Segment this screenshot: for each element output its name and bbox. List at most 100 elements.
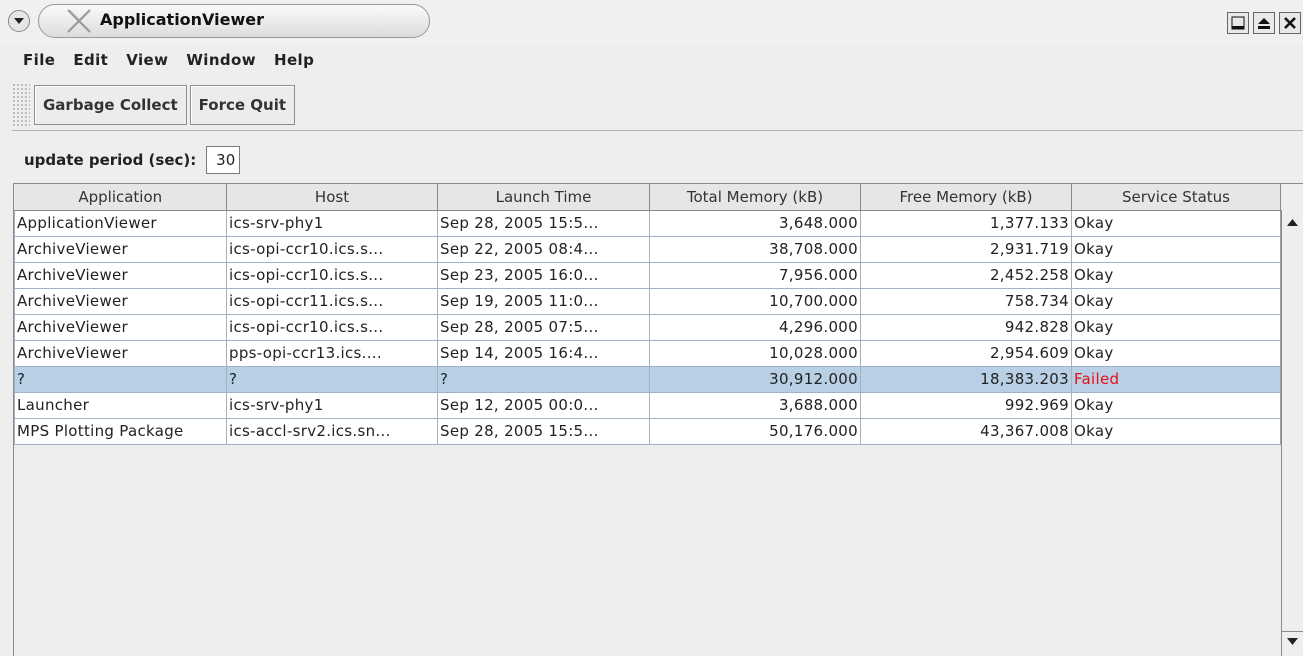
cell-service-status: Okay xyxy=(1071,261,1281,289)
cell-service-status: Okay xyxy=(1071,313,1281,341)
table-row[interactable]: ArchiveViewer pps-opi-ccr13.ics.... Sep … xyxy=(14,339,1281,367)
table-row[interactable]: ApplicationViewer ics-srv-phy1 Sep 28, 2… xyxy=(14,209,1281,237)
cell-launch-time: Sep 14, 2005 16:4... xyxy=(437,339,650,367)
close-button[interactable] xyxy=(1279,12,1301,34)
arrow-down-icon xyxy=(1287,638,1298,645)
cell-application: ? xyxy=(14,365,227,393)
cell-free-memory: 18,383.203 xyxy=(860,365,1072,393)
cell-total-memory: 3,648.000 xyxy=(649,209,861,237)
close-icon xyxy=(1284,17,1296,29)
cell-launch-time: Sep 28, 2005 07:5... xyxy=(437,313,650,341)
cell-host: ics-accl-srv2.ics.sn... xyxy=(226,417,438,445)
cell-host: pps-opi-ccr13.ics.... xyxy=(226,339,438,367)
maximize-icon xyxy=(1258,18,1270,29)
cell-application: ArchiveViewer xyxy=(14,313,227,341)
minimize-icon xyxy=(1231,16,1245,30)
toolbar-divider xyxy=(12,130,1303,131)
toolbar-grip-handle[interactable] xyxy=(12,82,30,127)
cell-free-memory: 942.828 xyxy=(860,313,1072,341)
cell-launch-time: Sep 28, 2005 15:5... xyxy=(437,417,650,445)
minimize-button[interactable] xyxy=(1227,12,1249,34)
cell-service-status: Okay xyxy=(1071,339,1281,367)
column-header-total-memory[interactable]: Total Memory (kB) xyxy=(649,184,861,211)
cell-host: ics-srv-phy1 xyxy=(226,209,438,237)
cell-launch-time: ? xyxy=(437,365,650,393)
cell-application: MPS Plotting Package xyxy=(14,417,227,445)
cell-host: ics-opi-ccr10.ics.s... xyxy=(226,313,438,341)
update-period-input[interactable] xyxy=(206,146,241,174)
menu-view[interactable]: View xyxy=(117,48,177,76)
cell-launch-time: Sep 19, 2005 11:0... xyxy=(437,287,650,315)
table-row[interactable]: ArchiveViewer ics-opi-ccr10.ics.s... Sep… xyxy=(14,261,1281,289)
table-row-selected[interactable]: ? ? ? 30,912.000 18,383.203 Failed xyxy=(14,365,1281,393)
arrow-up-icon xyxy=(1287,218,1298,226)
table-row[interactable]: ArchiveViewer ics-opi-ccr10.ics.s... Sep… xyxy=(14,235,1281,263)
cell-application: ArchiveViewer xyxy=(14,339,227,367)
cell-host: ics-opi-ccr10.ics.s... xyxy=(226,235,438,263)
cell-host: ics-opi-ccr11.ics.s... xyxy=(226,287,438,315)
cell-launch-time: Sep 22, 2005 08:4... xyxy=(437,235,650,263)
cell-total-memory: 3,688.000 xyxy=(649,391,861,419)
cell-application: ArchiveViewer xyxy=(14,261,227,289)
cell-host: ? xyxy=(226,365,438,393)
cell-free-memory: 43,367.008 xyxy=(860,417,1072,445)
column-header-free-memory[interactable]: Free Memory (kB) xyxy=(860,184,1072,211)
column-header-application[interactable]: Application xyxy=(14,184,227,211)
window-menu-button[interactable] xyxy=(8,10,30,32)
cell-total-memory: 10,700.000 xyxy=(649,287,861,315)
cell-application: ArchiveViewer xyxy=(14,287,227,315)
cell-free-memory: 758.734 xyxy=(860,287,1072,315)
cell-free-memory: 2,954.609 xyxy=(860,339,1072,367)
cell-free-memory: 2,931.719 xyxy=(860,235,1072,263)
cell-free-memory: 992.969 xyxy=(860,391,1072,419)
cell-launch-time: Sep 12, 2005 00:0... xyxy=(437,391,650,419)
update-period-row: update period (sec): xyxy=(24,146,241,174)
table-row[interactable]: ArchiveViewer ics-opi-ccr10.ics.s... Sep… xyxy=(14,313,1281,341)
update-period-label: update period (sec): xyxy=(24,151,197,169)
cell-service-status: Okay xyxy=(1071,235,1281,263)
cell-free-memory: 1,377.133 xyxy=(860,209,1072,237)
menu-help[interactable]: Help xyxy=(265,48,323,76)
table-row[interactable]: ArchiveViewer ics-opi-ccr11.ics.s... Sep… xyxy=(14,287,1281,315)
cell-total-memory: 10,028.000 xyxy=(649,339,861,367)
cell-application: ApplicationViewer xyxy=(14,209,227,237)
applications-table: Application Host Launch Time Total Memor… xyxy=(14,184,1281,445)
cell-launch-time: Sep 28, 2005 15:5... xyxy=(437,209,650,237)
cell-service-status: Okay xyxy=(1071,209,1281,237)
menu-edit[interactable]: Edit xyxy=(64,48,117,76)
maximize-button[interactable] xyxy=(1253,12,1275,34)
cell-service-status: Failed xyxy=(1071,365,1281,393)
title-bar: ApplicationViewer xyxy=(0,0,1303,44)
cell-total-memory: 38,708.000 xyxy=(649,235,861,263)
cell-total-memory: 4,296.000 xyxy=(649,313,861,341)
menu-window[interactable]: Window xyxy=(177,48,265,76)
cell-service-status: Okay xyxy=(1071,417,1281,445)
toolbar: Garbage Collect Force Quit xyxy=(12,82,298,127)
applications-table-panel: Application Host Launch Time Total Memor… xyxy=(13,183,1303,656)
cell-application: Launcher xyxy=(14,391,227,419)
vertical-scrollbar[interactable] xyxy=(1281,210,1303,656)
menu-bar: File Edit View Window Help xyxy=(0,48,323,76)
cell-free-memory: 2,452.258 xyxy=(860,261,1072,289)
table-row[interactable]: Launcher ics-srv-phy1 Sep 12, 2005 00:0.… xyxy=(14,391,1281,419)
x-logo-icon xyxy=(67,9,91,33)
garbage-collect-button[interactable]: Garbage Collect xyxy=(34,84,187,125)
cell-application: ArchiveViewer xyxy=(14,235,227,263)
scroll-down-button[interactable] xyxy=(1282,631,1303,651)
column-header-service-status[interactable]: Service Status xyxy=(1071,184,1281,211)
table-header-row: Application Host Launch Time Total Memor… xyxy=(14,184,1281,211)
force-quit-button[interactable]: Force Quit xyxy=(189,84,296,125)
cell-total-memory: 30,912.000 xyxy=(649,365,861,393)
cell-total-memory: 7,956.000 xyxy=(649,261,861,289)
cell-service-status: Okay xyxy=(1071,391,1281,419)
table-row[interactable]: MPS Plotting Package ics-accl-srv2.ics.s… xyxy=(14,417,1281,445)
cell-host: ics-srv-phy1 xyxy=(226,391,438,419)
scroll-up-button[interactable] xyxy=(1282,212,1303,232)
window-title: ApplicationViewer xyxy=(100,10,265,29)
cell-host: ics-opi-ccr10.ics.s... xyxy=(226,261,438,289)
chevron-down-icon xyxy=(14,18,24,24)
menu-file[interactable]: File xyxy=(14,48,64,76)
column-header-launch-time[interactable]: Launch Time xyxy=(437,184,650,211)
cell-service-status: Okay xyxy=(1071,287,1281,315)
column-header-host[interactable]: Host xyxy=(226,184,438,211)
